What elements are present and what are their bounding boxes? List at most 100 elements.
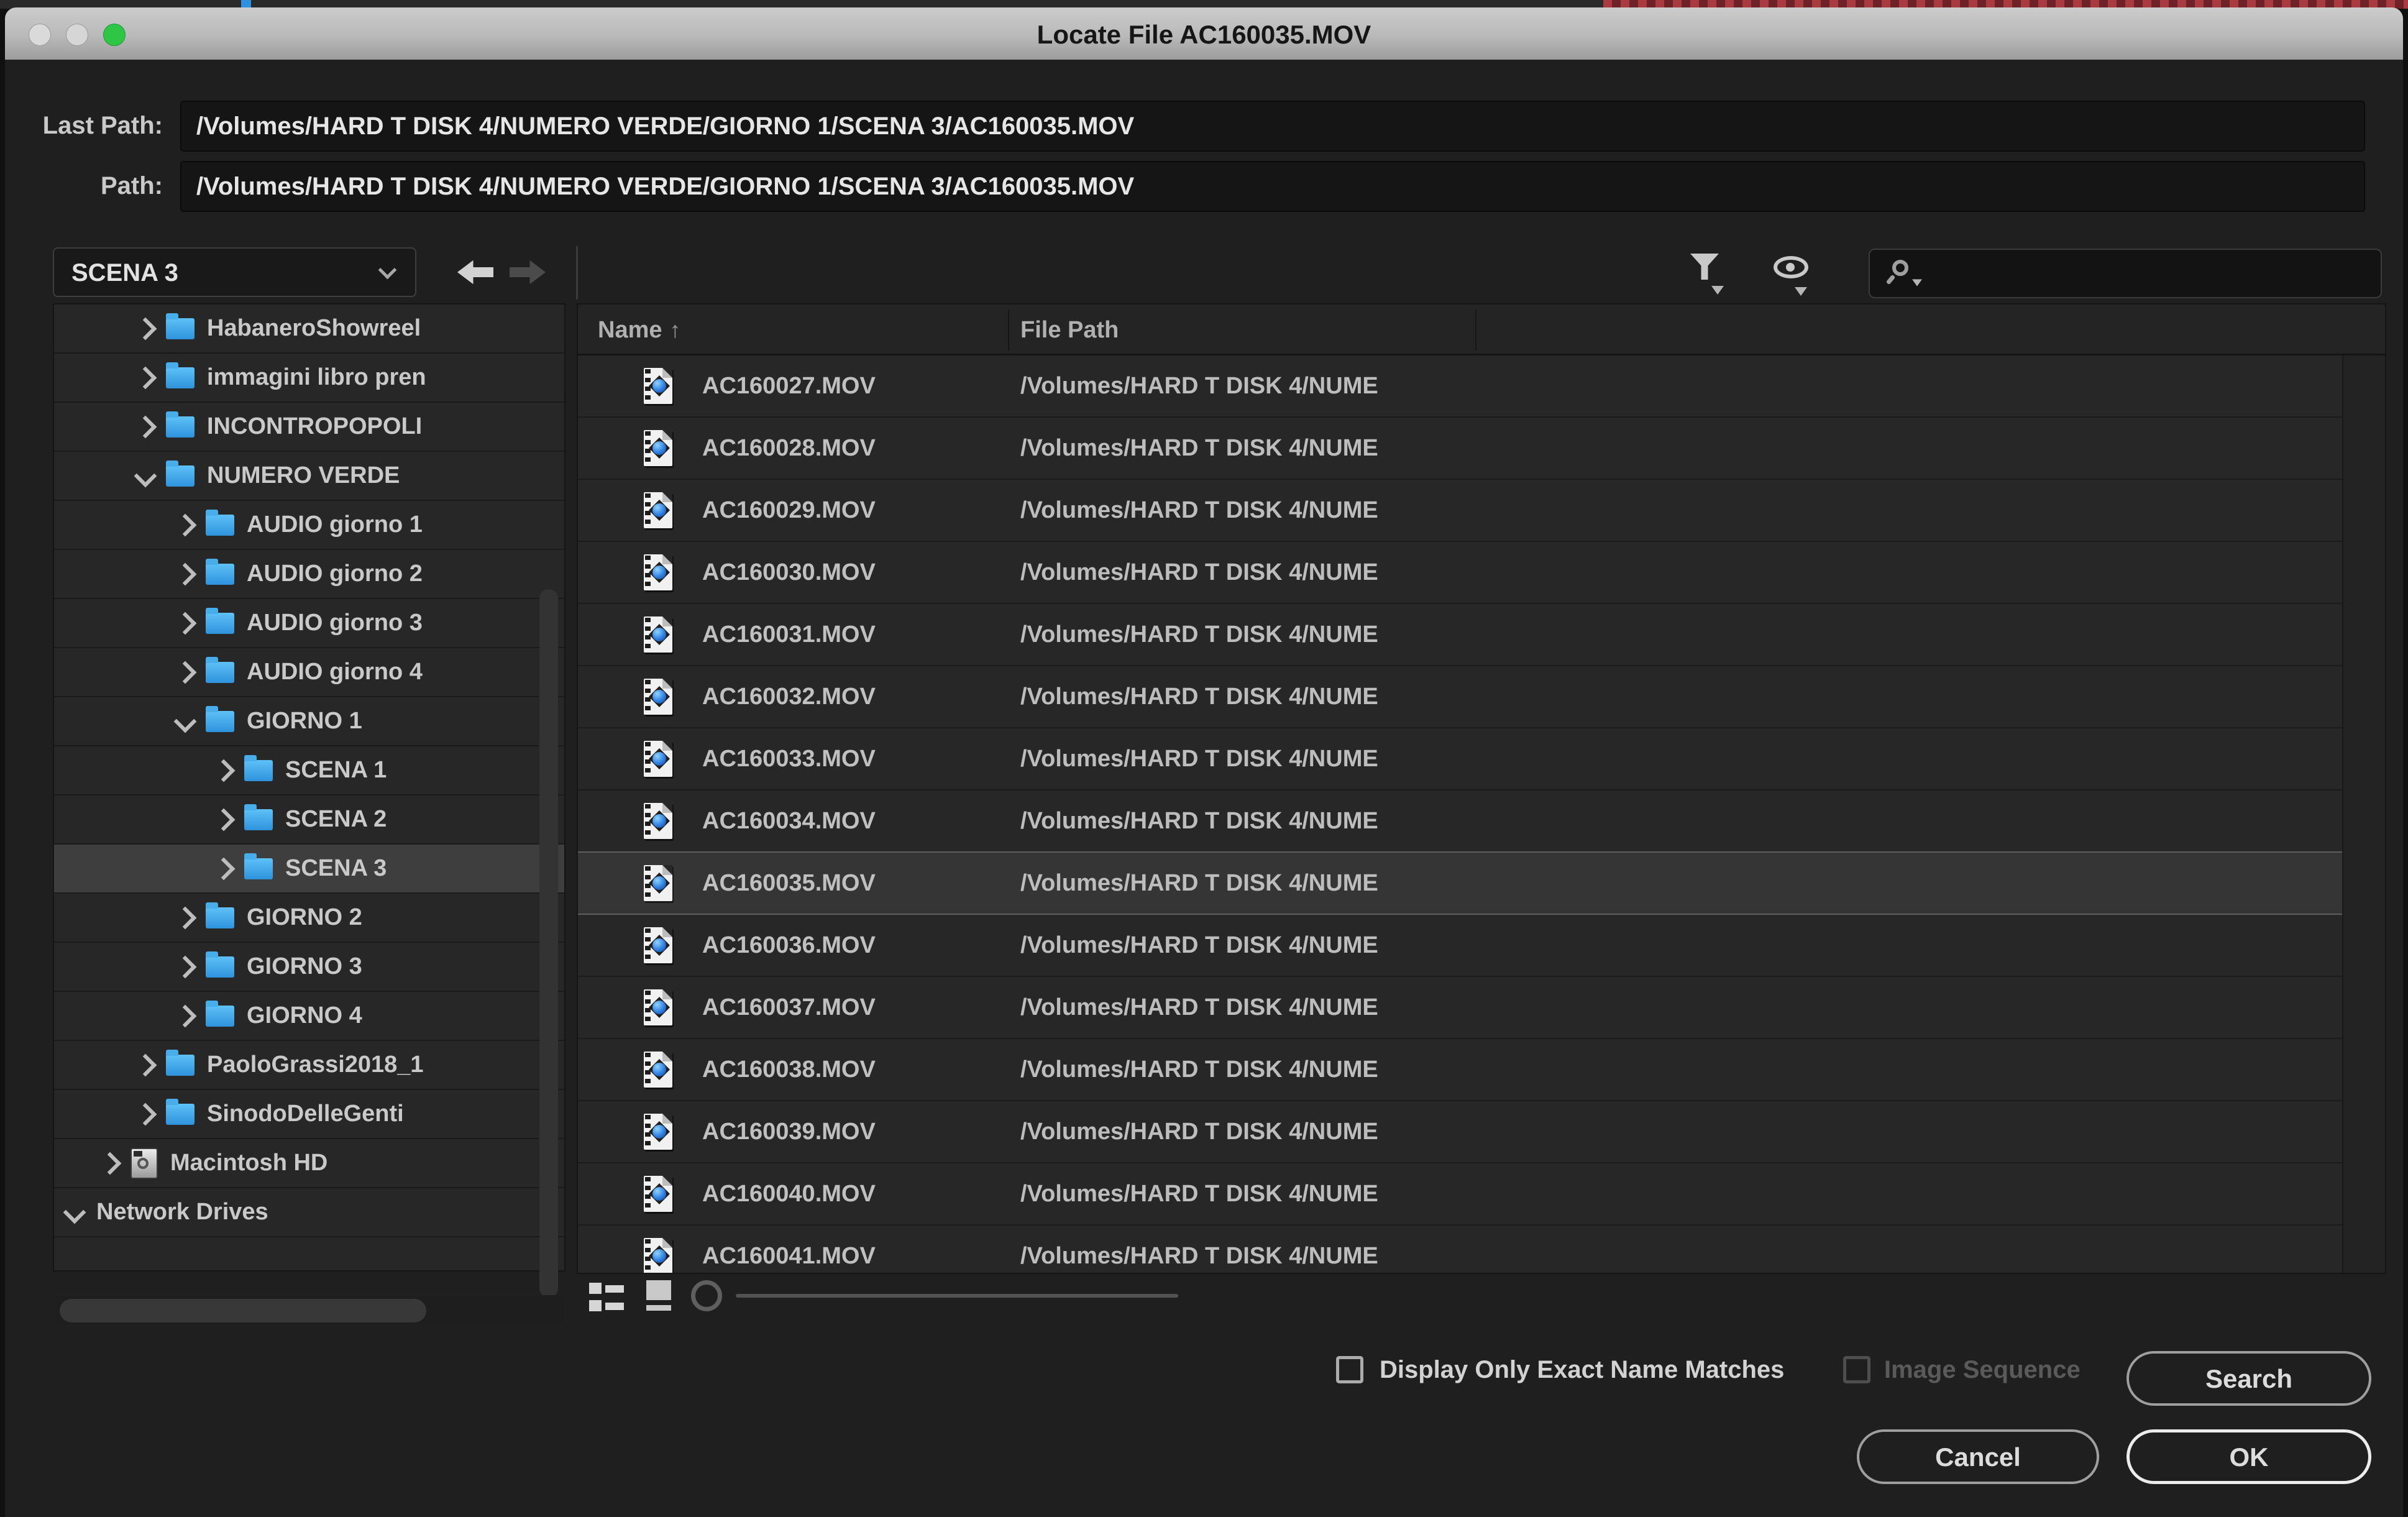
hard-drive-icon: [130, 1148, 158, 1179]
chevron-right-icon[interactable]: [214, 812, 233, 828]
back-arrow-button[interactable]: [457, 260, 493, 285]
chevron-down-icon[interactable]: [65, 1204, 84, 1221]
tree-item-scena-3[interactable]: SCENA 3: [54, 845, 564, 894]
tree-item-macintosh-hd[interactable]: Macintosh HD: [54, 1139, 564, 1188]
last-path-label: Last Path:: [20, 112, 163, 140]
chevron-right-icon[interactable]: [176, 1008, 195, 1024]
thumbnail-size-slider-track[interactable]: [736, 1294, 1178, 1298]
file-row-ac160037.mov[interactable]: AC160037.MOV/Volumes/HARD T DISK 4/NUME: [578, 977, 2342, 1039]
cancel-button[interactable]: Cancel: [1857, 1429, 2099, 1484]
tree-item-sinododellegenti[interactable]: SinodoDelleGenti: [54, 1090, 564, 1139]
tree-item-audio-giorno-2[interactable]: AUDIO giorno 2: [54, 550, 564, 599]
file-path-cell: /Volumes/HARD T DISK 4/NUME: [1020, 355, 1378, 416]
tree-item-audio-giorno-4[interactable]: AUDIO giorno 4: [54, 648, 564, 697]
file-name-cell: AC160034.MOV: [702, 791, 876, 851]
image-sequence-label: Image Sequence: [1884, 1355, 2081, 1385]
file-row-ac160031.mov[interactable]: AC160031.MOV/Volumes/HARD T DISK 4/NUME: [578, 604, 2342, 666]
chevron-right-icon[interactable]: [136, 370, 155, 386]
folder-icon: [244, 760, 273, 781]
folder-tree-panel: HabaneroShowreel immagini libro pren INCON…: [53, 303, 565, 1272]
chevron-right-icon[interactable]: [136, 1057, 155, 1073]
tree-item-label: SCENA 3: [285, 855, 387, 882]
tree-item-paolograssi2018-1[interactable]: PaoloGrassi2018_1: [54, 1041, 564, 1090]
tree-item-label: immagini libro pren: [207, 364, 426, 391]
file-row-ac160033.mov[interactable]: AC160033.MOV/Volumes/HARD T DISK 4/NUME: [578, 728, 2342, 791]
file-row-ac160035.mov[interactable]: AC160035.MOV/Volumes/HARD T DISK 4/NUME: [578, 851, 2342, 915]
file-row-ac160027.mov[interactable]: AC160027.MOV/Volumes/HARD T DISK 4/NUME: [578, 355, 2342, 418]
column-divider[interactable]: [1475, 309, 1476, 351]
tree-item-scena-1[interactable]: SCENA 1: [54, 746, 564, 795]
tree-item-scena-2[interactable]: SCENA 2: [54, 795, 564, 845]
tree-item-label: INCONTROPOPOLI: [207, 413, 422, 440]
tree-item-incontropopoli[interactable]: INCONTROPOPOLI: [54, 403, 564, 452]
list-view-toggle-icon[interactable]: [589, 1283, 623, 1314]
file-row-ac160032.mov[interactable]: AC160032.MOV/Volumes/HARD T DISK 4/NUME: [578, 666, 2342, 728]
chevron-right-icon[interactable]: [176, 910, 195, 926]
tree-horizontal-scrollbar[interactable]: [60, 1299, 426, 1322]
filter-icon[interactable]: [1690, 254, 1719, 280]
chevron-right-icon[interactable]: [176, 615, 195, 631]
file-row-ac160038.mov[interactable]: AC160038.MOV/Volumes/HARD T DISK 4/NUME: [578, 1039, 2342, 1101]
thumbnail-view-toggle-icon[interactable]: [646, 1280, 672, 1311]
chevron-down-icon[interactable]: [176, 713, 195, 730]
column-header-name[interactable]: Name↑: [598, 305, 681, 355]
chevron-right-icon[interactable]: [214, 861, 233, 877]
ok-button[interactable]: OK: [2126, 1429, 2371, 1484]
movie-file-icon: [644, 616, 672, 653]
tree-item-numero-verde[interactable]: NUMERO VERDE: [54, 452, 564, 501]
file-row-ac160041.mov[interactable]: AC160041.MOV/Volumes/HARD T DISK 4/NUME: [578, 1226, 2342, 1274]
column-header-file-path[interactable]: File Path: [1020, 305, 1119, 355]
chevron-right-icon[interactable]: [101, 1155, 119, 1171]
file-path-cell: /Volumes/HARD T DISK 4/NUME: [1020, 853, 1378, 914]
forward-arrow-button[interactable]: [510, 260, 546, 285]
tree-item-habaneroshowreel[interactable]: HabaneroShowreel: [54, 305, 564, 354]
movie-file-icon: [644, 1238, 672, 1274]
tree-item-immagini-libro-pren[interactable]: immagini libro pren: [54, 354, 564, 403]
tree-item-audio-giorno-3[interactable]: AUDIO giorno 3: [54, 599, 564, 648]
last-path-field: /Volumes/HARD T DISK 4/NUMERO VERDE/GIOR…: [180, 101, 2365, 152]
search-button[interactable]: Search: [2126, 1351, 2371, 1406]
tree-vertical-scrollbar[interactable]: [539, 589, 558, 1298]
location-dropdown[interactable]: SCENA 3: [53, 247, 416, 297]
file-name-cell: AC160032.MOV: [702, 666, 876, 727]
chevron-right-icon[interactable]: [176, 959, 195, 975]
folder-icon: [206, 956, 234, 978]
tree-item-audio-giorno-1[interactable]: AUDIO giorno 1: [54, 501, 564, 550]
tree-item-label: HabaneroShowreel: [207, 315, 421, 342]
file-path-cell: /Volumes/HARD T DISK 4/NUME: [1020, 666, 1378, 727]
chevron-right-icon[interactable]: [176, 664, 195, 681]
tree-item-giorno-2[interactable]: GIORNO 2: [54, 894, 564, 943]
folder-icon: [244, 809, 273, 830]
chevron-right-icon[interactable]: [176, 517, 195, 533]
chevron-right-icon[interactable]: [136, 419, 155, 435]
file-row-ac160036.mov[interactable]: AC160036.MOV/Volumes/HARD T DISK 4/NUME: [578, 915, 2342, 977]
path-field[interactable]: /Volumes/HARD T DISK 4/NUMERO VERDE/GIOR…: [180, 161, 2365, 212]
search-input[interactable]: [1869, 249, 2382, 298]
file-row-ac160034.mov[interactable]: AC160034.MOV/Volumes/HARD T DISK 4/NUME: [578, 791, 2342, 853]
chevron-right-icon[interactable]: [214, 763, 233, 779]
chevron-right-icon[interactable]: [176, 566, 195, 582]
movie-file-icon: [644, 368, 672, 404]
image-sequence-checkbox[interactable]: [1843, 1356, 1870, 1383]
chevron-down-icon[interactable]: [136, 468, 155, 484]
file-path-cell: /Volumes/HARD T DISK 4/NUME: [1020, 728, 1378, 789]
display-only-exact-name-matches-checkbox[interactable]: [1336, 1356, 1363, 1383]
file-row-ac160030.mov[interactable]: AC160030.MOV/Volumes/HARD T DISK 4/NUME: [578, 542, 2342, 604]
tree-item-giorno-3[interactable]: GIORNO 3: [54, 943, 564, 992]
chevron-right-icon[interactable]: [136, 1106, 155, 1122]
folder-icon: [206, 662, 234, 683]
chevron-right-icon[interactable]: [136, 321, 155, 337]
file-name-cell: AC160041.MOV: [702, 1226, 876, 1274]
folder-icon: [166, 1104, 195, 1125]
tree-item-giorno-4[interactable]: GIORNO 4: [54, 992, 564, 1041]
file-row-ac160039.mov[interactable]: AC160039.MOV/Volumes/HARD T DISK 4/NUME: [578, 1101, 2342, 1163]
tree-item-label: GIORNO 1: [247, 708, 362, 735]
thumbnail-size-slider-knob[interactable]: [691, 1280, 722, 1311]
file-row-ac160040.mov[interactable]: AC160040.MOV/Volumes/HARD T DISK 4/NUME: [578, 1163, 2342, 1226]
tree-item-giorno-1[interactable]: GIORNO 1: [54, 697, 564, 746]
file-row-ac160028.mov[interactable]: AC160028.MOV/Volumes/HARD T DISK 4/NUME: [578, 418, 2342, 480]
file-row-ac160029.mov[interactable]: AC160029.MOV/Volumes/HARD T DISK 4/NUME: [578, 480, 2342, 542]
column-divider[interactable]: [1008, 309, 1009, 351]
sort-ascending-icon: ↑: [670, 317, 681, 342]
tree-item-network-drives[interactable]: Network Drives: [54, 1188, 564, 1237]
